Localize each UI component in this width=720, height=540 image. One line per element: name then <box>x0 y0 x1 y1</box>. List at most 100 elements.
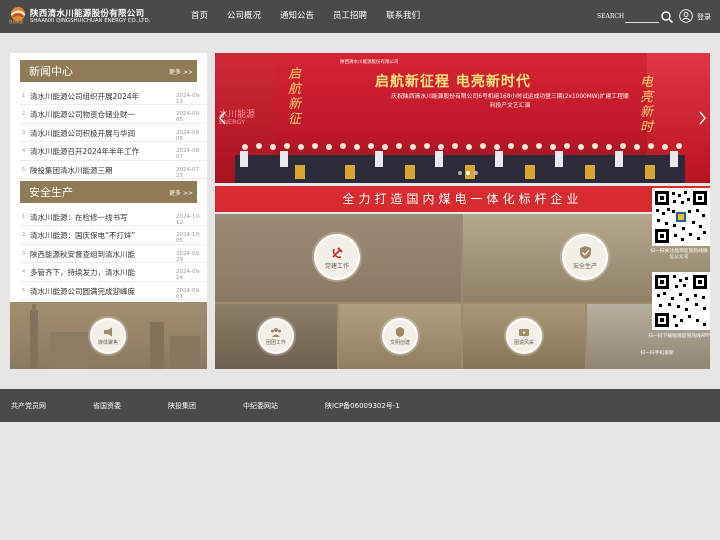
nav-home[interactable]: 首页 <box>191 0 208 33</box>
news-item-date: 2024-09-11 <box>176 93 201 105</box>
news-item-title[interactable]: 清水川能源公司组织开展2024年 <box>30 91 154 102</box>
news-item[interactable]: 1 清水川能源公司组织开展2024年 2024-09-11 <box>20 87 207 106</box>
safety-item-date: 2024-09-29 <box>176 250 201 263</box>
news-item-number: 1 <box>22 93 26 99</box>
crowd-image <box>235 143 685 183</box>
safety-section-title: 安全生产 <box>29 186 73 199</box>
news-item-number: 5 <box>22 166 26 173</box>
hero-banner[interactable]: 水川能源 ENERGY 陕西清水川能源股份有限公司 启航新征 电亮新时 启航新征… <box>215 53 710 183</box>
news-item[interactable]: 5 陕投集团清水川能源三期 2024-07-23 <box>20 161 207 179</box>
safety-item[interactable]: 1 清水川能源：在检修一线书写 2024-10-12 <box>20 208 207 227</box>
feature-tiles: 党建工作 安全生产 团团工作 文明创建 图说风采 <box>215 214 710 369</box>
photo-gallery-button[interactable]: 图说风采 <box>506 318 542 354</box>
news-item-title[interactable]: 清水川能源公司积极开展与华润 <box>30 128 154 139</box>
party-building-button[interactable]: 党建工作 <box>314 234 360 280</box>
wechat-qr-code[interactable] <box>652 188 710 246</box>
media-focus-label: 媒体聚焦 <box>97 340 118 346</box>
banner-vertical-right: 电亮新时 <box>640 75 654 135</box>
news-item[interactable]: 4 清水川能源召开2024年半年工作 2024-08-07 <box>20 142 207 161</box>
safety-item-title[interactable]: 清水川能源：国庆保电“不打烊” <box>30 230 154 241</box>
company-logo[interactable]: 陕投集团 陕西清水川能源股份有限公司 SHAANXI QINGSHUICHUAN… <box>8 6 158 28</box>
shield-check-icon <box>579 245 591 259</box>
news-item[interactable]: 2 清水川能源公司物资仓储业财一 2024-09-05 <box>20 105 207 124</box>
safety-item[interactable]: 5 清水川能源公司圆满完成迎峰度 2024-09-07 <box>20 282 207 300</box>
nav-company-overview[interactable]: 公司概况 <box>227 0 261 33</box>
app-qr-code[interactable] <box>652 272 710 330</box>
news-item[interactable]: 3 清水川能源公司积极开展与华润 2024-09-05 <box>20 124 207 143</box>
banner-vertical-left: 启航新征 <box>288 67 302 127</box>
megaphone-icon <box>104 327 112 337</box>
search-label: SEARCH <box>597 13 625 20</box>
footer-link-provincial-sasac[interactable]: 省国资委 <box>93 401 121 411</box>
nav-notices[interactable]: 通知公告 <box>280 0 314 33</box>
safety-list: 1 清水川能源：在检修一线书写 2024-10-12 2 清水川能源：国庆保电“… <box>20 208 207 300</box>
news-item-title[interactable]: 陕投集团清水川能源三期 <box>30 165 154 176</box>
safety-item-date: 2024-10-12 <box>176 214 201 226</box>
footer-link-party-member-net[interactable]: 共产党员网 <box>11 401 46 411</box>
news-section-title: 新闻中心 <box>29 65 73 78</box>
safety-item-title[interactable]: 多管齐下，持续发力，清水川能 <box>30 267 154 278</box>
qr-caption-app: 扫一扫下载能源监管热线APP <box>648 334 710 339</box>
safety-item-date: 2024-09-07 <box>176 287 201 300</box>
civilization-button[interactable]: 文明创建 <box>382 318 418 354</box>
search-icon[interactable] <box>660 10 674 24</box>
news-item-title[interactable]: 清水川能源公司物资仓储业财一 <box>30 109 154 120</box>
news-item-number: 2 <box>22 111 26 118</box>
qr-caption-wechat: 扫一扫关注能源监管热线微信公众号 <box>650 249 708 260</box>
league-work-button[interactable]: 团团工作 <box>258 318 294 354</box>
company-name-en: SHAANXI QINGSHUICHUAN ENERGY CO.,LTD. <box>30 18 151 24</box>
safety-item-date: 2024-10-05 <box>176 232 201 245</box>
slogan-bar: 全力打造国内煤电一体化标杆企业 <box>215 186 710 212</box>
civilization-tile[interactable]: 文明创建 <box>339 304 461 369</box>
safety-item-title[interactable]: 陕西能源秋安督查组到清水川能 <box>30 249 154 260</box>
group-icon <box>271 328 281 337</box>
carousel-dot[interactable] <box>474 171 478 175</box>
safety-item-number: 5 <box>22 287 26 294</box>
safety-production-button[interactable]: 安全生产 <box>562 234 608 280</box>
party-building-tile[interactable]: 党建工作 <box>215 214 461 302</box>
league-work-label: 团团工作 <box>265 340 286 346</box>
safety-more-link[interactable]: 更多 >> <box>169 188 193 197</box>
news-more-link[interactable]: 更多 >> <box>169 67 193 76</box>
chevron-right-icon[interactable] <box>697 111 707 125</box>
footer-icp-record[interactable]: 陕ICP备06009302号-1 <box>325 401 400 411</box>
safety-item-number: 2 <box>22 232 26 239</box>
safety-item-number: 4 <box>22 269 26 276</box>
user-icon[interactable] <box>679 9 693 23</box>
hammer-sickle-icon <box>331 246 343 258</box>
qr-caption-mobile: 扫一扫手机看新 <box>640 351 674 356</box>
nav-contact[interactable]: 联系我们 <box>386 0 420 33</box>
footer-link-shaanxi-investment-group[interactable]: 陕投集团 <box>168 401 196 411</box>
safety-production-label: 安全生产 <box>572 262 597 270</box>
league-work-tile[interactable]: 团团工作 <box>215 304 337 369</box>
news-item-date: 2024-09-05 <box>176 111 201 124</box>
safety-item-title[interactable]: 清水川能源：在检修一线书写 <box>30 212 154 223</box>
safety-item[interactable]: 2 清水川能源：国庆保电“不打烊” 2024-10-05 <box>20 226 207 245</box>
carousel-dot-active[interactable] <box>466 171 470 175</box>
media-focus-button[interactable]: 媒体聚焦 <box>90 318 126 354</box>
news-section-header: 新闻中心 更多 >> <box>20 60 197 82</box>
login-link[interactable]: 登录 <box>697 12 711 22</box>
safety-item[interactable]: 3 陕西能源秋安督查组到清水川能 2024-09-29 <box>20 245 207 264</box>
safety-item-date: 2024-09-14 <box>176 269 201 282</box>
banner-subtitle: 庆祝陕西清水川能源股份有限公司6号机组168小时试运成功暨三期(2x1000MW… <box>391 94 629 109</box>
chevron-left-icon[interactable] <box>218 111 228 125</box>
logo-tag: 陕投集团 <box>9 20 24 24</box>
carousel-dot[interactable] <box>458 171 462 175</box>
party-building-label: 党建工作 <box>324 262 349 270</box>
photo-gallery-tile[interactable]: 图说风采 <box>463 304 585 369</box>
news-panel: 新闻中心 更多 >> 1 清水川能源公司组织开展2024年 2024-09-11… <box>10 53 207 302</box>
safety-item-title[interactable]: 清水川能源公司圆满完成迎峰度 <box>30 286 154 297</box>
search-input[interactable] <box>625 11 659 23</box>
safety-section-header: 安全生产 更多 >> <box>20 181 197 203</box>
footer-link-ccdi[interactable]: 中纪委网站 <box>243 401 278 411</box>
news-item-date: 2024-08-07 <box>176 148 201 161</box>
news-list: 1 清水川能源公司组织开展2024年 2024-09-11 2 清水川能源公司物… <box>20 87 207 179</box>
news-item-date: 2024-09-05 <box>176 129 201 142</box>
badge-icon <box>396 327 404 337</box>
news-item-title[interactable]: 清水川能源召开2024年半年工作 <box>30 146 154 157</box>
nav-recruitment[interactable]: 员工招聘 <box>333 0 367 33</box>
qr-column: 扫一扫关注能源监管热线微信公众号 扫一扫下载能源监管热线APP 扫一扫手机看新 <box>640 186 710 369</box>
safety-item[interactable]: 4 多管齐下，持续发力，清水川能 2024-09-14 <box>20 263 207 282</box>
media-focus-tile[interactable]: 媒体聚焦 <box>10 302 207 369</box>
